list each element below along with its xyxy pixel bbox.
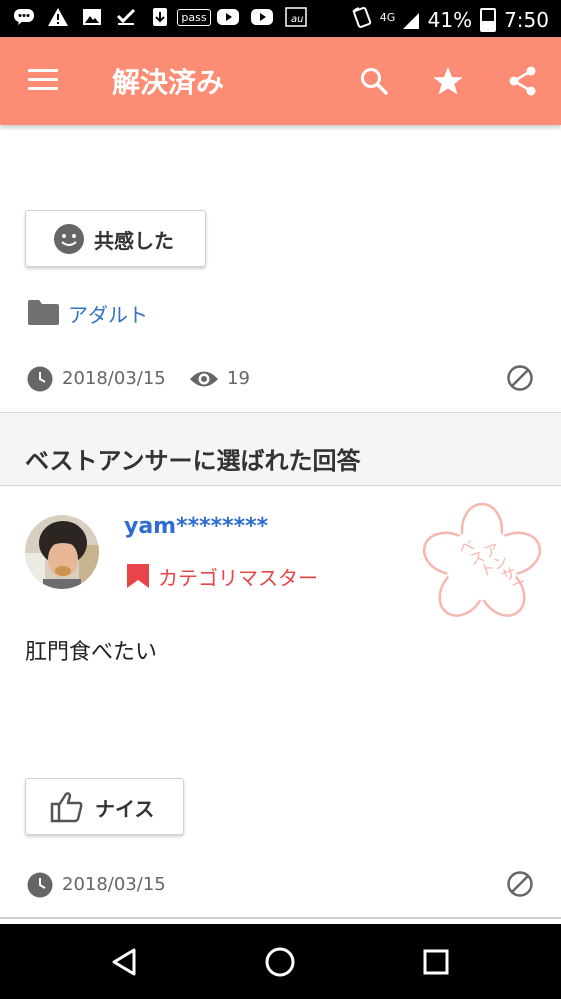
status-right: 4G 41% 7:50 (350, 6, 549, 33)
answer-date: 2018/03/15 (62, 874, 166, 895)
nice-button-label: ナイス (95, 797, 155, 821)
nfc-icon (350, 6, 372, 33)
pass-icon: pass (177, 6, 211, 28)
question-date: 2018/03/15 (62, 368, 166, 389)
divider (0, 917, 561, 919)
svg-text:ー: ー (508, 573, 528, 595)
thumbs-up-icon (50, 792, 83, 823)
image-icon (80, 6, 104, 28)
svg-text:au: au (291, 14, 303, 25)
section-title: ベストアンサーに選ばれた回答 (25, 447, 361, 475)
battery-percent: 41% (427, 7, 473, 32)
view-count: 19 (227, 368, 250, 389)
clock: 7:50 (504, 7, 549, 32)
folder-icon (28, 300, 59, 325)
answer-body: 肛門食べたい (25, 640, 158, 665)
share-icon[interactable] (505, 63, 541, 99)
chat-icon (12, 6, 36, 28)
empathy-button-label: 共感した (94, 229, 174, 253)
clock-icon (27, 366, 53, 392)
clock-icon (27, 872, 53, 898)
check-icon (114, 6, 138, 28)
download-icon (148, 6, 172, 28)
avatar[interactable] (25, 515, 99, 589)
divider (0, 485, 561, 486)
notification-icons: pass au (12, 6, 308, 28)
status-bar: pass au 4G 41% 7:50 (0, 0, 561, 37)
search-icon[interactable] (356, 63, 392, 99)
app-bar: 解決済み (0, 37, 561, 125)
username-link[interactable]: yam******** (124, 514, 268, 539)
block-icon[interactable] (506, 364, 534, 392)
page-title: 解決済み (112, 66, 225, 99)
youtube-icon (250, 6, 274, 28)
home-icon[interactable] (258, 940, 302, 984)
warning-icon (46, 6, 70, 28)
nice-button[interactable]: ナイス (25, 778, 184, 835)
empathy-button[interactable]: 共感した (25, 210, 206, 267)
star-icon[interactable] (430, 63, 466, 99)
navigation-bar (0, 924, 561, 999)
battery-icon (480, 7, 497, 32)
back-icon[interactable] (103, 940, 147, 984)
youtube-icon (216, 6, 240, 28)
smile-icon (54, 224, 84, 254)
menu-icon[interactable] (28, 69, 58, 91)
category-link[interactable]: アダルト (68, 299, 148, 328)
bookmark-icon (127, 564, 149, 588)
signal-icon: 4G (380, 8, 420, 32)
eye-icon (190, 371, 218, 387)
category-master-badge: カテゴリマスター (158, 566, 318, 590)
best-answer-stamp: ベスト アンサー (422, 502, 542, 617)
best-answer-header: ベストアンサーに選ばれた回答 (0, 413, 561, 485)
block-icon[interactable] (506, 870, 534, 898)
recents-icon[interactable] (414, 940, 458, 984)
au-icon: au (284, 6, 308, 28)
